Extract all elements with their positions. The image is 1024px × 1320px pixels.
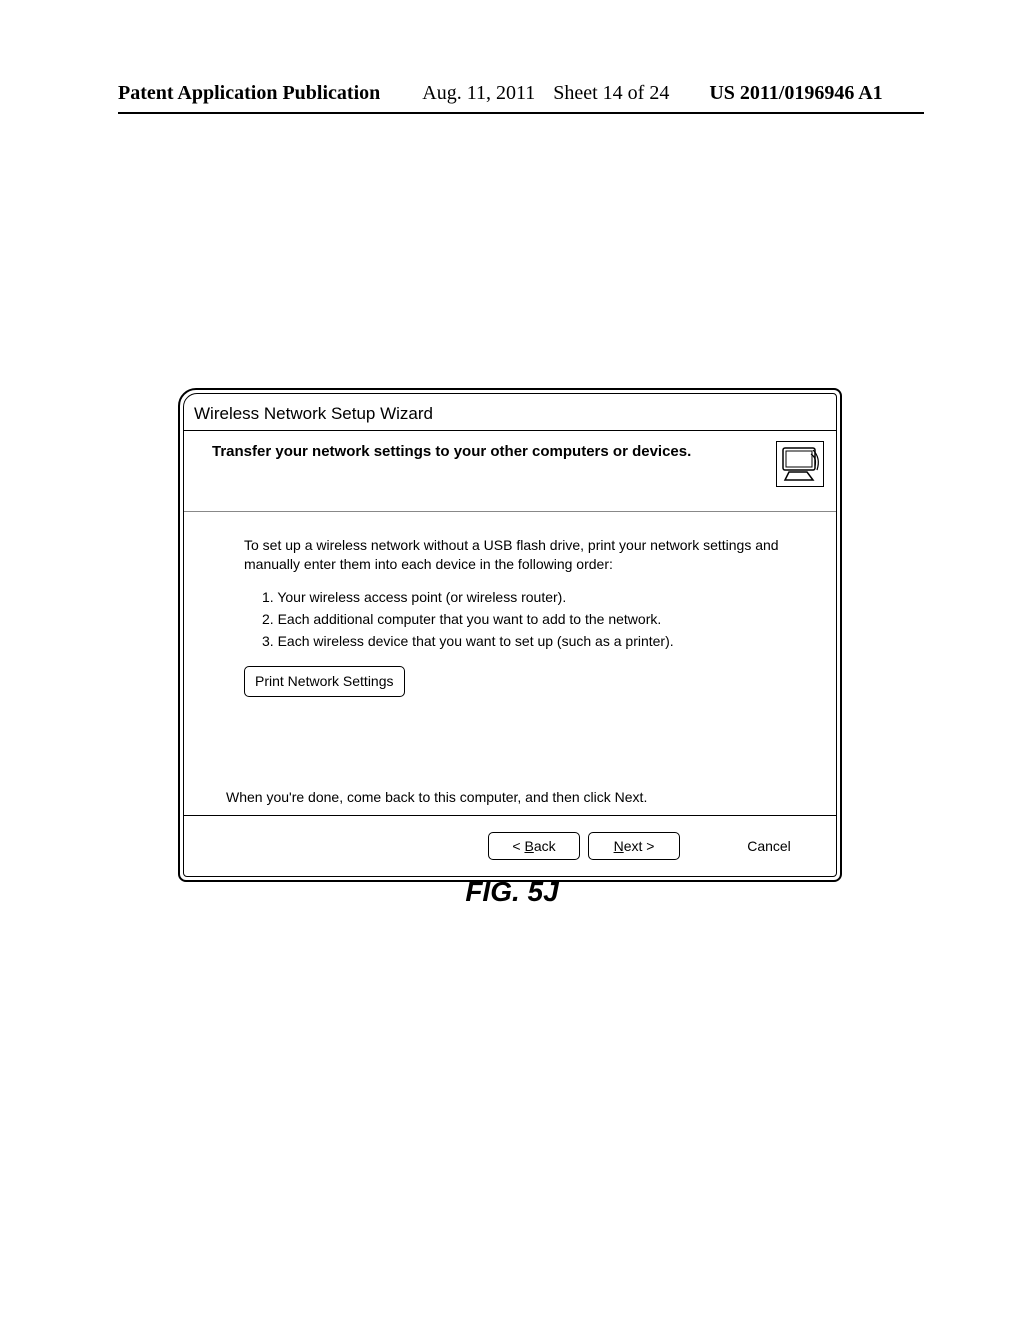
intro-text: To set up a wireless network without a U… — [244, 536, 806, 574]
pub-date: Aug. 11, 2011 — [422, 82, 535, 105]
sheet-number: Sheet 14 of 24 — [553, 82, 669, 105]
page-header: Patent Application Publication Aug. 11, … — [118, 82, 924, 105]
dialog-inner: Wireless Network Setup Wizard Transfer y… — [183, 393, 837, 877]
steps-list: 1. Your wireless access point (or wirele… — [244, 588, 806, 651]
dialog-outer: Wireless Network Setup Wizard Transfer y… — [178, 388, 842, 882]
step-2: 2. Each additional computer that you wan… — [262, 610, 806, 629]
button-row: < Back Next > Cancel — [184, 815, 836, 876]
dialog-title: Wireless Network Setup Wizard — [184, 394, 836, 430]
pub-label: Patent Application Publication — [118, 82, 380, 105]
step-3: 3. Each wireless device that you want to… — [262, 632, 806, 651]
step-1: 1. Your wireless access point (or wirele… — [262, 588, 806, 607]
done-instruction: When you're done, come back to this comp… — [184, 789, 836, 815]
figure-caption: FIG. 5J — [0, 876, 1024, 908]
dialog-heading: Transfer your network settings to your o… — [212, 441, 691, 460]
dialog-header-band: Transfer your network settings to your o… — [184, 430, 836, 512]
cancel-button[interactable]: Cancel — [724, 833, 814, 859]
header-rule — [118, 112, 924, 114]
next-button[interactable]: Next > — [588, 832, 680, 860]
back-button[interactable]: < Back — [488, 832, 580, 860]
doc-number: US 2011/0196946 A1 — [709, 82, 882, 105]
print-network-settings-button[interactable]: Print Network Settings — [244, 666, 405, 697]
monitor-icon — [776, 441, 824, 487]
dialog-content: To set up a wireless network without a U… — [184, 512, 836, 705]
